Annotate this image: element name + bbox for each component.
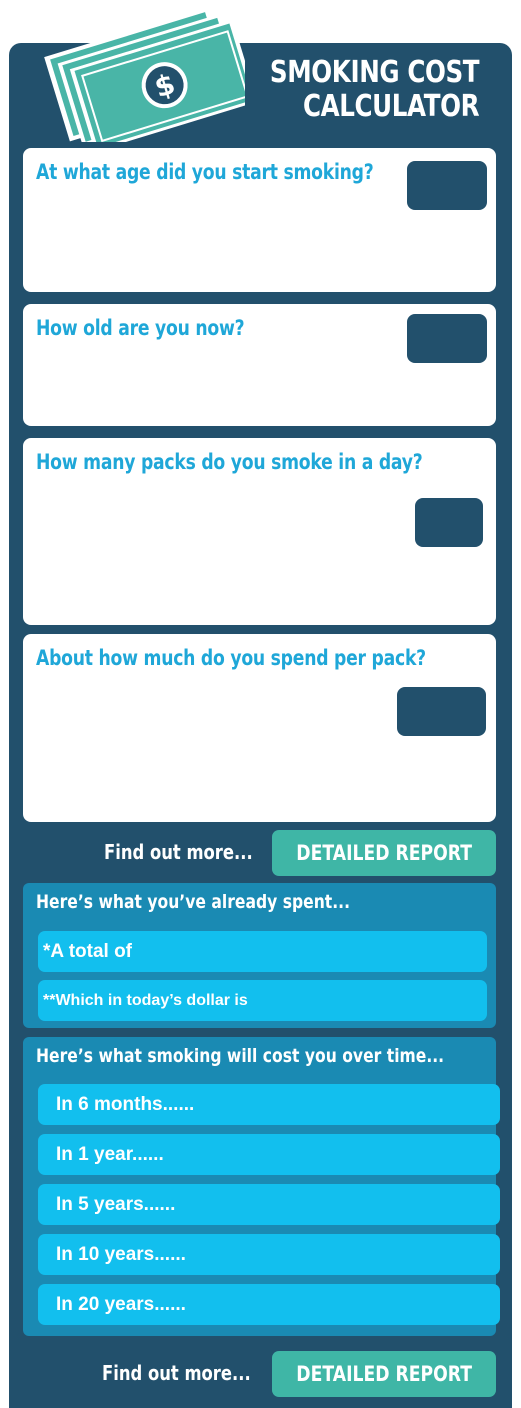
title-line-1: SMOKING COST [269, 55, 480, 90]
detailed-report-label: DETAILED REPORT [296, 1362, 472, 1386]
start-age-input[interactable] [407, 161, 487, 210]
find-out-more-text-bottom: Find out more... [102, 1361, 251, 1385]
detailed-report-button-bottom[interactable]: DETAILED REPORT [272, 1351, 496, 1397]
question-card-packs-per-day: How many packs do you smoke in a day? [23, 438, 496, 625]
title-line-2: CALCULATOR [302, 89, 480, 124]
dollar-bills-icon: $ [44, 6, 245, 142]
packs-per-day-input[interactable] [415, 498, 483, 547]
cost-1-year-row: In 1 year...... [38, 1134, 500, 1175]
question-card-start-age: At what age did you start smoking? [23, 148, 496, 292]
cost-5-years-row: In 5 years...... [38, 1184, 500, 1225]
already-spent-heading: Here’s what you’ve already spent... [36, 891, 351, 913]
detailed-report-label: DETAILED REPORT [296, 841, 472, 865]
price-per-pack-input[interactable] [397, 687, 486, 736]
question-card-price-per-pack: About how much do you spend per pack? [23, 634, 496, 822]
future-cost-box: Here’s what smoking will cost you over t… [23, 1037, 500, 1336]
question-label: How old are you now? [36, 316, 245, 340]
question-label: About how much do you spend per pack? [36, 646, 426, 670]
question-label: How many packs do you smoke in a day? [36, 450, 423, 474]
cost-10-years-row: In 10 years...... [38, 1234, 500, 1275]
total-spent-row: *A total of [38, 931, 487, 972]
already-spent-box: Here’s what you’ve already spent... *A t… [23, 883, 496, 1028]
current-age-input[interactable] [407, 314, 487, 363]
question-label: At what age did you start smoking? [36, 160, 374, 184]
detailed-report-button[interactable]: DETAILED REPORT [272, 830, 496, 876]
cost-20-years-row: In 20 years...... [38, 1284, 500, 1325]
page-title: SMOKING COST CALCULATOR [269, 55, 480, 124]
question-card-current-age: How old are you now? [23, 304, 496, 426]
find-out-more-text: Find out more... [104, 840, 253, 864]
future-cost-heading: Here’s what smoking will cost you over t… [36, 1045, 445, 1067]
cost-6-months-row: In 6 months...... [38, 1084, 500, 1125]
todays-dollar-row: **Which in today’s dollar is [38, 980, 487, 1021]
